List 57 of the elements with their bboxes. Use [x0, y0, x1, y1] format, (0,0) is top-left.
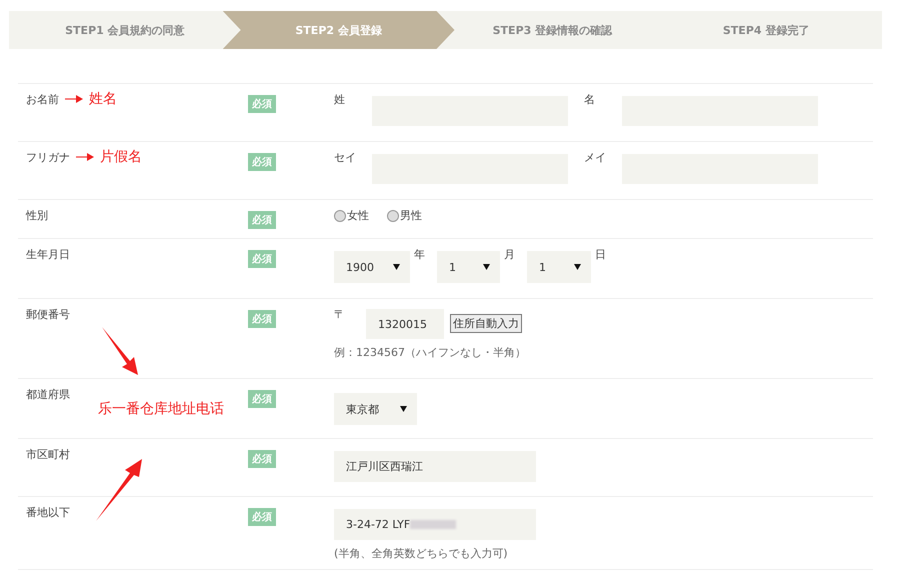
select-value: 1	[539, 260, 546, 274]
radio-option[interactable]: 女性	[334, 208, 369, 223]
select-field[interactable]: 1	[437, 251, 500, 283]
row-label: 郵便番号	[26, 307, 70, 322]
row-label: 市区町村	[26, 447, 70, 462]
arrow-icon	[100, 327, 140, 375]
required-badge: 必須	[248, 390, 276, 408]
select-field[interactable]: 1	[527, 251, 591, 283]
radio-option[interactable]: 男性	[387, 208, 422, 223]
postal-mark: 〒	[334, 307, 346, 322]
row-label: 都道府県	[26, 387, 70, 402]
arrow-icon	[65, 95, 83, 103]
row-label: 生年月日	[26, 247, 70, 262]
field-label: セイ	[334, 150, 357, 165]
text-field[interactable]: 江戸川区西瑞江	[334, 451, 536, 482]
radio-label: 男性	[400, 208, 422, 223]
row-label: 番地以下	[26, 505, 70, 520]
text-field[interactable]: 1320015	[366, 309, 444, 339]
required-badge: 必須	[248, 450, 276, 468]
row-label: 性別	[26, 208, 48, 223]
field-label: メイ	[584, 150, 607, 165]
field-value: 3-24-72 LYF	[346, 518, 410, 531]
required-badge: 必須	[248, 211, 276, 229]
radio-icon[interactable]	[334, 210, 346, 222]
unit-label: 月	[504, 247, 515, 262]
hint-text: (半角、全角英数どちらでも入力可)	[334, 546, 509, 561]
select-value: 1	[449, 260, 456, 274]
select-value: 東京都	[346, 402, 379, 416]
caret-icon	[574, 264, 581, 270]
caret-icon	[400, 406, 407, 412]
required-badge: 必須	[248, 310, 276, 328]
caret-icon	[393, 264, 400, 270]
annotation-text: 片假名	[100, 150, 142, 164]
unit-label: 年	[414, 247, 425, 262]
required-badge: 必須	[248, 153, 276, 171]
select-value: 1900	[346, 260, 374, 274]
required-badge: 必須	[248, 250, 276, 268]
radio-icon[interactable]	[387, 210, 399, 222]
select-field[interactable]: 東京都	[334, 393, 417, 425]
hint-text: 例：1234567（ハイフンなし・半角）	[334, 345, 527, 360]
select-field[interactable]: 1900	[334, 251, 410, 283]
required-badge: 必須	[248, 95, 276, 113]
annotation-text: 姓名	[89, 92, 117, 106]
unit-label: 日	[595, 247, 606, 262]
auto-fill-button[interactable]: 住所自動入力	[450, 314, 522, 333]
required-badge: 必須	[248, 508, 276, 526]
annotation-text: 乐一番仓库地址电话	[98, 400, 224, 418]
arrow-icon	[76, 153, 94, 161]
field-label: 姓	[334, 92, 346, 107]
caret-icon	[483, 264, 490, 270]
text-field[interactable]: 3-24-72 LYF	[334, 509, 536, 540]
arrow-icon	[94, 459, 142, 521]
row-label: フリガナ	[26, 150, 70, 165]
radio-label: 女性	[347, 208, 369, 223]
field-value: 江戸川区西瑞江	[346, 459, 423, 474]
row-label: お名前	[26, 92, 59, 107]
field-label: 名	[584, 92, 596, 107]
